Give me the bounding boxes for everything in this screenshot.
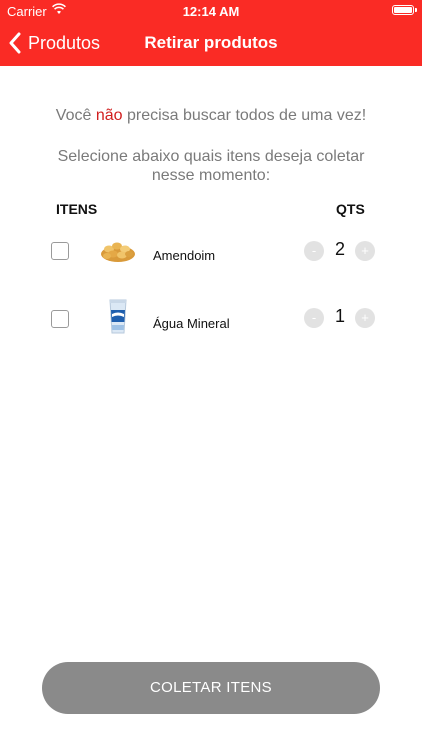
item-qty: 1 <box>334 306 345 326</box>
increase-qty-button[interactable]: + <box>355 308 375 328</box>
battery-icon <box>392 5 417 15</box>
item-name: Amendoim <box>153 248 216 263</box>
items-column-header: ITENS <box>56 201 98 217</box>
increase-qty-button[interactable]: + <box>355 241 375 261</box>
page-title: Retirar produtos <box>144 33 278 52</box>
water-cup-icon <box>109 299 127 334</box>
item-checkbox[interactable] <box>51 242 69 260</box>
item-name: Água Mineral <box>153 316 230 331</box>
info-message: Você não precisa buscar todos de uma vez… <box>55 107 367 124</box>
status-bar: Carrier 12:14 AM <box>0 0 422 22</box>
item-qty: 2 <box>334 239 345 259</box>
list-item: Água Mineral - 1 + <box>0 299 422 354</box>
decrease-qty-button[interactable]: - <box>304 241 324 261</box>
qty-column-header: QTS <box>336 201 365 217</box>
highlight-word: não <box>95 107 123 124</box>
peanuts-icon <box>101 242 135 262</box>
item-checkbox[interactable] <box>51 310 69 328</box>
list-item: Amendoim - 2 + <box>0 236 422 286</box>
top-bar: Carrier 12:14 AM Produtos Retirar produt… <box>0 0 422 66</box>
collect-items-button[interactable]: COLETAR ITENS <box>42 662 380 714</box>
status-time: 12:14 AM <box>182 4 240 19</box>
instruction-message: Selecione abaixo quais itens deseja cole… <box>57 148 365 184</box>
decrease-qty-button[interactable]: - <box>304 308 324 328</box>
